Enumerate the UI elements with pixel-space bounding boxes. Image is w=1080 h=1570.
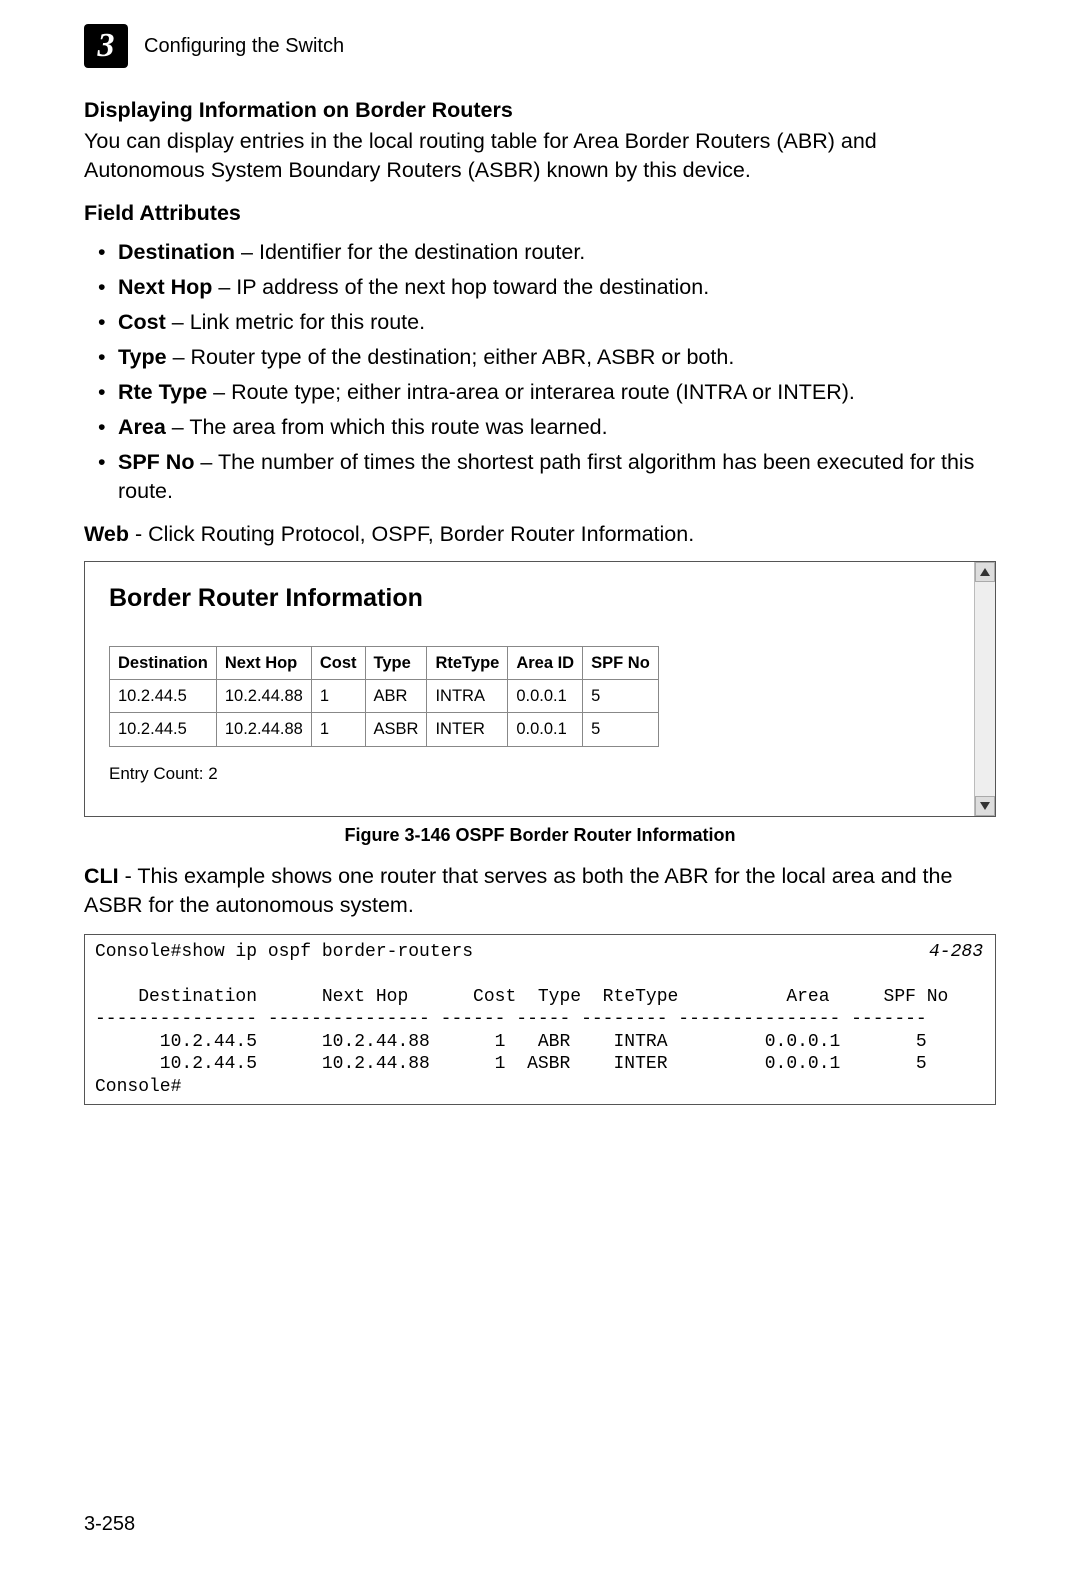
cell-type: ABR: [365, 680, 427, 713]
web-label: Web: [84, 522, 129, 546]
cell-rtetype: INTRA: [427, 680, 508, 713]
table-row: 10.2.44.5 10.2.44.88 1 ABR INTRA 0.0.0.1…: [110, 680, 659, 713]
figure-heading: Border Router Information: [109, 582, 995, 616]
chapter-title: Configuring the Switch: [144, 35, 344, 58]
chapter-badge: 3: [84, 24, 128, 68]
border-router-table: Destination Next Hop Cost Type RteType A…: [109, 646, 659, 747]
cell-rtetype: INTER: [427, 713, 508, 746]
list-item: Rte Type – Route type; either intra-area…: [84, 378, 996, 407]
list-item: Area – The area from which this route wa…: [84, 413, 996, 442]
attr-name: Cost: [118, 310, 166, 334]
attr-name: Type: [118, 345, 167, 369]
col-area-id: Area ID: [508, 646, 583, 679]
attr-name: Rte Type: [118, 380, 207, 404]
cell-next-hop: 10.2.44.88: [216, 713, 311, 746]
figure-inner: Border Router Information Destination Ne…: [109, 582, 995, 796]
scroll-down-button[interactable]: [975, 796, 995, 816]
cell-area-id: 0.0.0.1: [508, 713, 583, 746]
cell-cost: 1: [311, 680, 365, 713]
attr-desc: IP address of the next hop toward the de…: [236, 275, 709, 299]
figure-panel: Border Router Information Destination Ne…: [84, 561, 996, 817]
entry-count: Entry Count: 2: [109, 763, 995, 786]
cell-type: ASBR: [365, 713, 427, 746]
col-type: Type: [365, 646, 427, 679]
chapter-number: 3: [98, 29, 115, 63]
list-item: SPF No – The number of times the shortes…: [84, 448, 996, 506]
section-intro: You can display entries in the local rou…: [84, 127, 996, 185]
table-row: 10.2.44.5 10.2.44.88 1 ASBR INTER 0.0.0.…: [110, 713, 659, 746]
col-cost: Cost: [311, 646, 365, 679]
list-item: Type – Router type of the destination; e…: [84, 343, 996, 372]
chapter-header: 3 Configuring the Switch: [84, 24, 996, 68]
section-heading: Displaying Information on Border Routers: [84, 96, 996, 125]
cli-text-body: Console#show ip ospf border-routers Dest…: [95, 942, 948, 1097]
list-item: Cost – Link metric for this route.: [84, 308, 996, 337]
col-rtetype: RteType: [427, 646, 508, 679]
cell-spf-no: 5: [583, 680, 659, 713]
attr-desc: Route type; either intra-area or interar…: [231, 380, 855, 404]
chevron-up-icon: [980, 568, 990, 576]
attr-name: SPF No: [118, 450, 194, 474]
attr-desc: Router type of the destination; either A…: [191, 345, 735, 369]
attr-desc: Link metric for this route.: [190, 310, 425, 334]
attr-name: Destination: [118, 240, 235, 264]
list-item: Destination – Identifier for the destina…: [84, 238, 996, 267]
web-instruction: Web - Click Routing Protocol, OSPF, Bord…: [84, 520, 996, 549]
cell-destination: 10.2.44.5: [110, 680, 217, 713]
scrollbar[interactable]: [974, 562, 995, 816]
cell-spf-no: 5: [583, 713, 659, 746]
col-spf-no: SPF No: [583, 646, 659, 679]
figure-caption: Figure 3-146 OSPF Border Router Informat…: [84, 823, 996, 847]
page: 3 Configuring the Switch Displaying Info…: [0, 0, 1080, 1570]
field-attributes-list: Destination – Identifier for the destina…: [84, 238, 996, 506]
attr-desc: The number of times the shortest path fi…: [118, 450, 974, 503]
page-number: 3-258: [84, 1513, 135, 1536]
table-header-row: Destination Next Hop Cost Type RteType A…: [110, 646, 659, 679]
col-destination: Destination: [110, 646, 217, 679]
field-attributes-heading: Field Attributes: [84, 199, 996, 228]
cli-output: 4-283Console#show ip ospf border-routers…: [84, 934, 996, 1106]
attr-desc: Identifier for the destination router.: [259, 240, 585, 264]
body-content: Displaying Information on Border Routers…: [84, 96, 996, 1105]
cell-area-id: 0.0.0.1: [508, 680, 583, 713]
cell-cost: 1: [311, 713, 365, 746]
cli-label: CLI: [84, 864, 119, 888]
list-item: Next Hop – IP address of the next hop to…: [84, 273, 996, 302]
attr-name: Area: [118, 415, 166, 439]
chevron-down-icon: [980, 802, 990, 810]
cell-destination: 10.2.44.5: [110, 713, 217, 746]
attr-name: Next Hop: [118, 275, 212, 299]
web-text: - Click Routing Protocol, OSPF, Border R…: [129, 522, 694, 546]
cli-intro: CLI - This example shows one router that…: [84, 862, 996, 920]
scroll-up-button[interactable]: [975, 562, 995, 582]
cli-ref: 4-283: [929, 941, 983, 964]
col-next-hop: Next Hop: [216, 646, 311, 679]
attr-desc: The area from which this route was learn…: [189, 415, 607, 439]
cell-next-hop: 10.2.44.88: [216, 680, 311, 713]
cli-text: - This example shows one router that ser…: [84, 864, 952, 917]
